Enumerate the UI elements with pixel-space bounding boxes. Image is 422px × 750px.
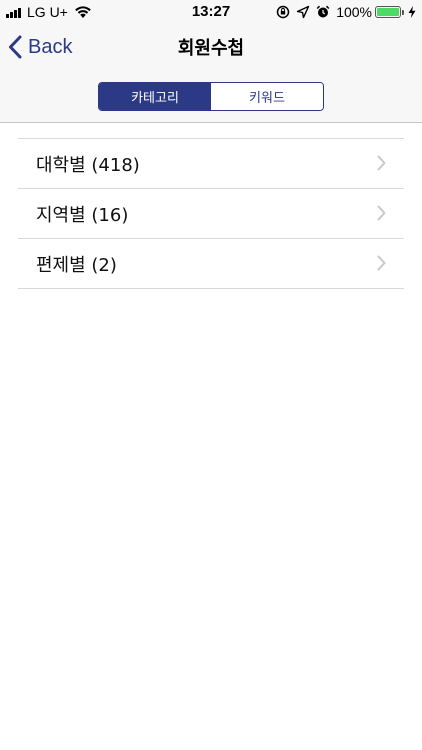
battery-nub [402,9,404,15]
location-arrow-icon [296,5,310,19]
status-right: 100% [270,3,416,21]
list-item-label: 편제별 (2) [36,254,117,276]
segment-keyword-label: 키워드 [249,91,285,106]
battery-icon [375,6,401,18]
alarm-clock-icon [316,5,330,18]
chevron-right-icon [377,255,386,271]
battery-fill [377,8,399,16]
orientation-lock-icon [276,5,290,19]
chevron-right-icon [377,155,386,171]
category-list: 대학별 (418) 지역별 (16) 편제별 (2) [18,138,404,289]
segmented-control: 카테고리 키워드 [98,82,324,111]
list-item-university[interactable]: 대학별 (418) [18,139,404,189]
page-title: 회원수첩 [177,38,245,59]
segment-keyword[interactable]: 키워드 [211,83,323,110]
list-item-organization[interactable]: 편제별 (2) [18,239,404,289]
charging-bolt-icon [408,6,416,18]
list-item-label: 지역별 (16) [36,204,129,226]
segment-category[interactable]: 카테고리 [99,83,211,110]
battery-percent: 100% [336,4,372,20]
navigation-bar: Back 회원수첩 카테고리 키워드 [0,24,422,123]
chevron-right-icon [377,205,386,221]
status-bar: LG U+ 13:27 100% [0,0,422,24]
list-item-label: 대학별 (418) [36,154,140,176]
list-item-region[interactable]: 지역별 (16) [18,189,404,239]
segment-category-label: 카테고리 [131,91,179,106]
